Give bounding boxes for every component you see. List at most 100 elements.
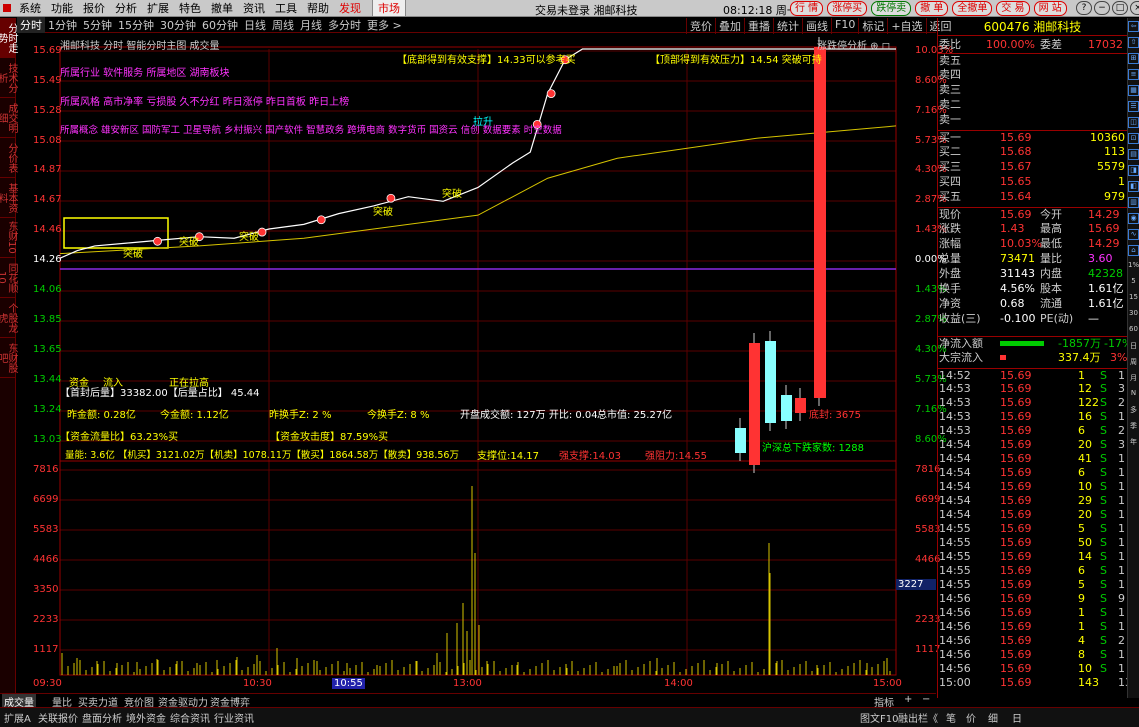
menu-item-extend[interactable]: 扩展: [142, 0, 174, 16]
bid-row[interactable]: 买二 15.68 113: [938, 145, 1128, 159]
tf-monthly[interactable]: 月线: [297, 17, 325, 33]
status-tab-industry-news[interactable]: 行业资讯: [212, 710, 256, 725]
left-tab-technical[interactable]: 技术分析: [0, 58, 17, 98]
tf-5min[interactable]: 5分钟: [80, 17, 115, 33]
side-tool-icon[interactable]: ⇦: [1128, 21, 1139, 32]
side-period-label[interactable]: 月: [1128, 373, 1139, 389]
bid-row[interactable]: 买五 15.64 979: [938, 190, 1128, 204]
limit-analysis-label[interactable]: 涨跌停分析 ⊕ ◻: [817, 37, 890, 52]
menu-item-discover[interactable]: 发现: [334, 0, 366, 16]
tf-intraday[interactable]: 分时: [17, 17, 45, 33]
bid-row[interactable]: 买四 15.65 1: [938, 175, 1128, 189]
menu-item-cancel[interactable]: 撤单: [206, 0, 238, 16]
status-tab-extend[interactable]: 扩展A: [2, 710, 33, 725]
side-tool-icon[interactable]: ≡: [1128, 69, 1139, 80]
tf-60min[interactable]: 60分钟: [199, 17, 241, 33]
side-tool-icon[interactable]: ◫: [1128, 117, 1139, 128]
side-period-label[interactable]: 日: [1128, 341, 1139, 357]
block-inflow-pct: 3%: [1110, 351, 1128, 364]
left-tab-trades[interactable]: 成交明细: [0, 98, 17, 138]
maximize-icon[interactable]: □: [1112, 1, 1128, 15]
market-button[interactable]: 行 情: [790, 1, 824, 16]
tf-more[interactable]: 更多 >: [364, 17, 405, 33]
margin-bar-button[interactable]: 融出栏《: [896, 710, 940, 725]
side-tool-icon[interactable]: ◉: [1128, 213, 1139, 224]
close-icon[interactable]: ×: [1130, 1, 1139, 15]
add-indicator-button[interactable]: +: [902, 694, 914, 705]
website-button[interactable]: 网 站: [1033, 1, 1067, 16]
menu-item-tools[interactable]: 工具: [270, 0, 302, 16]
side-tool-icon[interactable]: ⊡: [1128, 133, 1139, 144]
tf-15min[interactable]: 15分钟: [115, 17, 157, 33]
left-tab-ths-f10[interactable]: 同花顺10: [0, 258, 17, 298]
panel-tab-price[interactable]: 价: [964, 710, 978, 725]
cancel-order-button[interactable]: 撤 单: [915, 1, 949, 16]
menu-item-feature[interactable]: 特色: [174, 0, 206, 16]
side-period-label[interactable]: 1%: [1128, 261, 1139, 277]
status-tab-market-analysis[interactable]: 盘面分析: [80, 710, 124, 725]
side-tool-icon[interactable]: ▥: [1128, 197, 1139, 208]
side-tool-icon[interactable]: ∿: [1128, 229, 1139, 240]
mark-button[interactable]: 标记: [858, 18, 887, 34]
side-period-label[interactable]: 60: [1128, 325, 1139, 341]
side-period-label[interactable]: N: [1128, 389, 1139, 405]
status-tab-foreign-fund[interactable]: 境外资金: [124, 710, 168, 725]
panel-tab-trades[interactable]: 笔: [944, 710, 958, 725]
left-tab-eastmoney-f10[interactable]: 东财10: [0, 218, 17, 258]
auction-button[interactable]: 竞价: [686, 18, 715, 34]
menu-item-info[interactable]: 资讯: [238, 0, 270, 16]
draw-line-button[interactable]: 画线: [802, 18, 831, 34]
side-tool-icon[interactable]: ⇧: [1128, 37, 1139, 48]
menu-item-system[interactable]: 系统: [14, 0, 46, 16]
menu-item-help[interactable]: 帮助: [302, 0, 334, 16]
left-tab-intraday[interactable]: 分时走势: [0, 18, 17, 58]
tf-multi-intraday[interactable]: 多分时: [325, 17, 364, 33]
side-period-label[interactable]: 15: [1128, 293, 1139, 309]
left-tab-forum[interactable]: 东财股吧: [0, 338, 17, 378]
limit-up-buy-button[interactable]: 涨停买: [827, 1, 868, 16]
panel-tab-detail[interactable]: 细: [986, 710, 1000, 725]
side-period-label[interactable]: 5: [1128, 277, 1139, 293]
tf-daily[interactable]: 日线: [241, 17, 269, 33]
menu-item-market[interactable]: 市场: [372, 0, 406, 17]
status-tab-related[interactable]: 关联报价: [36, 710, 80, 725]
tf-1min[interactable]: 1分钟: [45, 17, 80, 33]
statistics-button[interactable]: 统计: [773, 18, 802, 34]
left-tab-profile[interactable]: 基本资料: [0, 178, 17, 218]
overlay-button[interactable]: 叠加: [715, 18, 744, 34]
side-period-label[interactable]: 多: [1128, 405, 1139, 421]
cancel-all-button[interactable]: 全撤单: [952, 1, 993, 16]
menu-item-function[interactable]: 功能: [46, 0, 78, 16]
panel-tab-daily[interactable]: 日: [1010, 710, 1024, 725]
f10-graphic-button[interactable]: 图文F10: [858, 710, 900, 725]
status-tab-news[interactable]: 综合资讯: [168, 710, 212, 725]
left-tab-dragon-tiger[interactable]: 个股龙虎: [0, 298, 17, 338]
side-period-label[interactable]: 周: [1128, 357, 1139, 373]
f10-button[interactable]: F10: [831, 18, 858, 34]
side-period-label[interactable]: 30: [1128, 309, 1139, 325]
side-tool-icon[interactable]: ▤: [1128, 149, 1139, 160]
bid-row[interactable]: 买一 15.69 10360: [938, 130, 1128, 144]
minimize-icon[interactable]: −: [1094, 1, 1110, 15]
tf-30min[interactable]: 30分钟: [157, 17, 199, 33]
bid-row[interactable]: 买三 15.67 5579: [938, 160, 1128, 174]
side-tool-icon[interactable]: ⊞: [1128, 53, 1139, 64]
replay-button[interactable]: 重播: [744, 18, 773, 34]
menu-item-quote[interactable]: 报价: [78, 0, 110, 16]
help-icon[interactable]: ?: [1076, 1, 1092, 15]
side-period-label[interactable]: 季: [1128, 421, 1139, 437]
limit-down-sell-button[interactable]: 跌停卖: [871, 1, 912, 16]
left-tab-price-table[interactable]: 分价表: [0, 138, 17, 178]
side-tool-icon[interactable]: ☰: [1128, 101, 1139, 112]
add-watchlist-button[interactable]: +自选: [887, 18, 925, 34]
side-tool-icon[interactable]: ▦: [1128, 85, 1139, 96]
side-tool-icon[interactable]: ◨: [1128, 165, 1139, 176]
intraday-chart[interactable]: 湘邮科技 分时 智能分时主图 成交量 涨跌停分析 ⊕ ◻ 所属行业 软件服务 所…: [17, 33, 953, 690]
side-tool-icon[interactable]: ◧: [1128, 181, 1139, 192]
tf-weekly[interactable]: 周线: [269, 17, 297, 33]
trade-button[interactable]: 交 易: [996, 1, 1030, 16]
remove-indicator-button[interactable]: −: [920, 694, 932, 705]
side-period-label[interactable]: 年: [1128, 437, 1139, 453]
side-tool-icon[interactable]: ⌂: [1128, 245, 1139, 256]
menu-item-analysis[interactable]: 分析: [110, 0, 142, 16]
